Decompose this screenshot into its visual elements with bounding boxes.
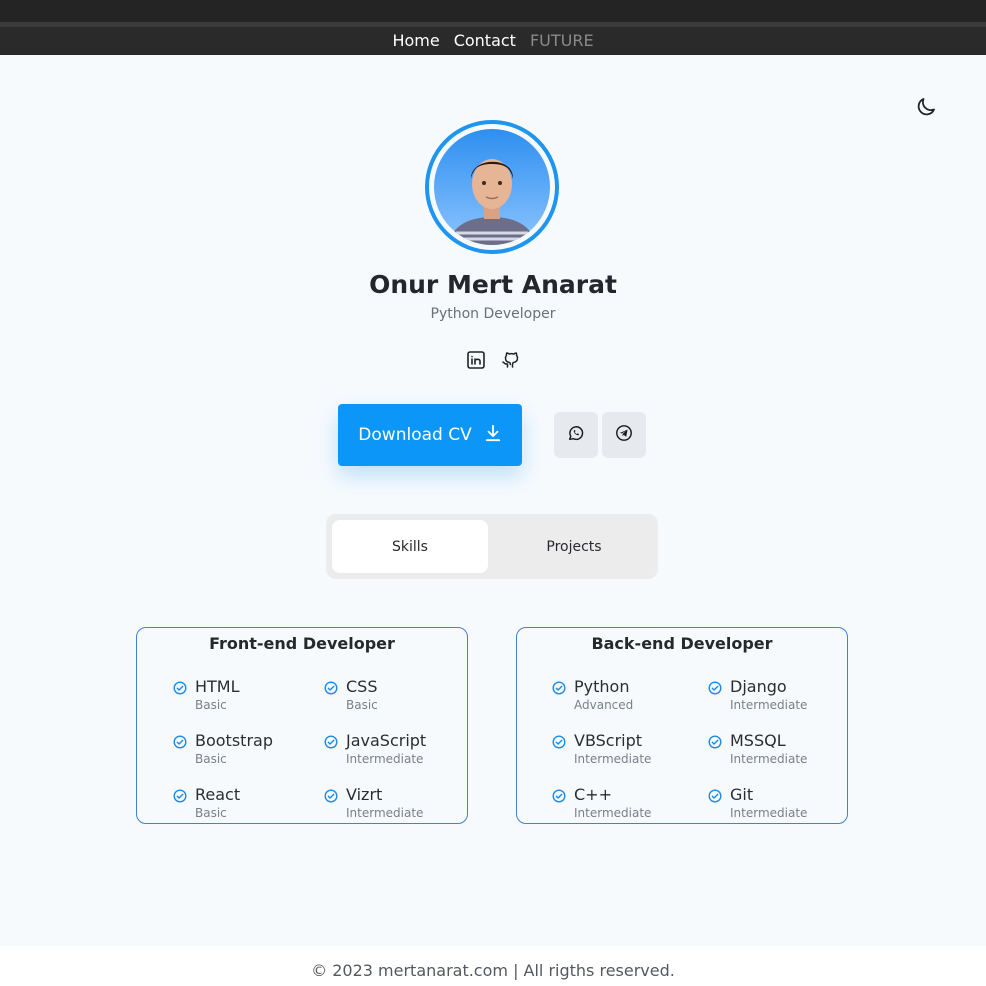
check-circle-icon xyxy=(708,734,722,749)
github-icon[interactable] xyxy=(500,350,520,370)
whatsapp-icon xyxy=(567,424,585,446)
skill-name: JavaScript xyxy=(346,731,427,750)
telegram-button[interactable] xyxy=(602,412,646,458)
tab-skills[interactable]: Skills xyxy=(332,520,488,573)
check-circle-icon xyxy=(708,680,722,695)
tab-projects[interactable]: Projects xyxy=(496,520,652,573)
download-cv-button[interactable]: Download CV xyxy=(338,404,522,466)
browser-strip xyxy=(0,0,986,22)
frontend-skills-card: Front-end Developer HTML Basic CSS Basic… xyxy=(136,627,468,824)
skill-level: Basic xyxy=(195,752,227,766)
check-circle-icon xyxy=(552,680,566,695)
skill-name: Git xyxy=(730,785,754,804)
footer-copyright: © 2023 mertanarat.com | All rigths reser… xyxy=(311,961,675,980)
top-navbar: Home Contact FUTURE xyxy=(0,0,986,55)
avatar xyxy=(434,129,550,245)
skill-level: Intermediate xyxy=(730,806,808,820)
skill-name: Vizrt xyxy=(346,785,383,804)
moon-icon[interactable] xyxy=(914,95,938,119)
profile-avatar-ring xyxy=(425,120,559,254)
nav-future-link[interactable]: FUTURE xyxy=(530,31,594,50)
check-circle-icon xyxy=(324,680,338,695)
backend-skills-card: Back-end Developer Python Advanced Djang… xyxy=(516,627,848,824)
check-circle-icon xyxy=(708,788,722,803)
card-title: Front-end Developer xyxy=(209,634,395,653)
skill-name: Python xyxy=(574,677,630,696)
skill-name: React xyxy=(195,785,241,804)
check-circle-icon xyxy=(173,788,187,803)
check-circle-icon xyxy=(173,680,187,695)
profile-name: Onur Mert Anarat xyxy=(369,270,617,299)
content-tabs: Skills Projects xyxy=(326,514,658,579)
skill-name: MSSQL xyxy=(730,731,786,750)
skill-level: Intermediate xyxy=(730,698,808,712)
skill-level: Basic xyxy=(195,698,227,712)
download-cv-label: Download CV xyxy=(358,425,472,445)
skill-name: CSS xyxy=(346,677,378,696)
profile-role: Python Developer xyxy=(430,306,556,322)
skill-name: VBScript xyxy=(574,731,643,750)
nav-home-link[interactable]: Home xyxy=(392,31,439,50)
skill-name: C++ xyxy=(574,785,612,804)
navbar-divider xyxy=(0,22,986,27)
skill-level: Basic xyxy=(346,698,378,712)
check-circle-icon xyxy=(173,734,187,749)
nav-links: Home Contact FUTURE xyxy=(0,31,986,50)
skill-level: Intermediate xyxy=(574,806,652,820)
nav-contact-link[interactable]: Contact xyxy=(454,31,516,50)
download-icon xyxy=(484,424,502,447)
check-circle-icon xyxy=(552,788,566,803)
check-circle-icon xyxy=(552,734,566,749)
skill-name: Django xyxy=(730,677,787,696)
skill-level: Intermediate xyxy=(574,752,652,766)
social-links xyxy=(466,350,520,370)
linkedin-icon[interactable] xyxy=(466,350,486,370)
skill-level: Intermediate xyxy=(346,752,424,766)
telegram-icon xyxy=(615,424,633,446)
card-title: Back-end Developer xyxy=(591,634,773,653)
skill-name: Bootstrap xyxy=(195,731,273,750)
whatsapp-button[interactable] xyxy=(554,412,598,458)
check-circle-icon xyxy=(324,734,338,749)
skill-level: Basic xyxy=(195,806,227,820)
skill-name: HTML xyxy=(195,677,240,696)
skill-level: Advanced xyxy=(574,698,634,712)
skill-level: Intermediate xyxy=(730,752,808,766)
skill-level: Intermediate xyxy=(346,806,424,820)
check-circle-icon xyxy=(324,788,338,803)
